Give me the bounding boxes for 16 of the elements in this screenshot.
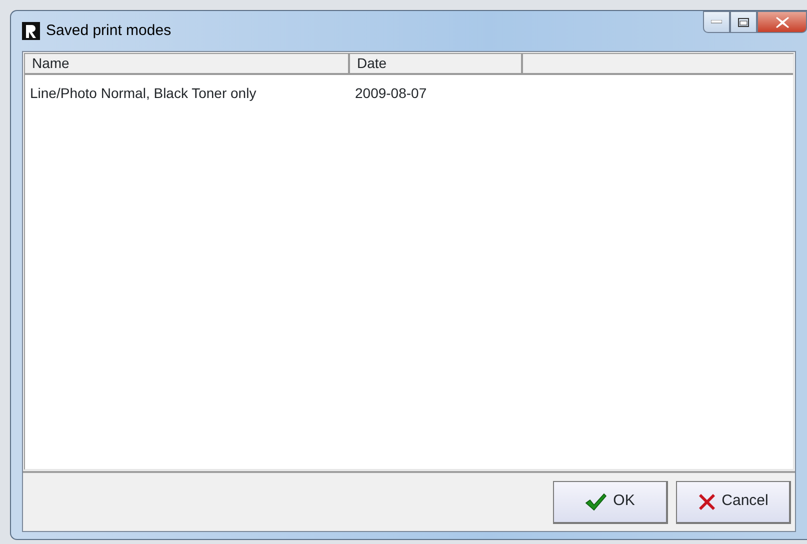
maximize-icon <box>738 18 749 26</box>
close-icon <box>776 16 788 28</box>
cancel-icon <box>698 492 716 510</box>
minimize-icon <box>711 20 722 24</box>
window-title: Saved print modes <box>46 20 172 41</box>
cancel-button[interactable]: Cancel <box>676 480 791 524</box>
column-header[interactable]: Date <box>350 54 523 75</box>
close-button[interactable] <box>757 11 807 33</box>
app-logo-icon <box>22 22 40 40</box>
checkmark-icon <box>585 492 608 510</box>
table-cell-text: 2009-08-07 <box>354 84 428 103</box>
maximize-button[interactable] <box>730 11 757 33</box>
ok-button[interactable]: OK <box>553 480 668 524</box>
table-cell-text: Line/Photo Normal, Black Toner only <box>29 84 258 103</box>
minimize-button[interactable] <box>703 11 730 33</box>
column-header[interactable]: Name <box>25 54 350 75</box>
